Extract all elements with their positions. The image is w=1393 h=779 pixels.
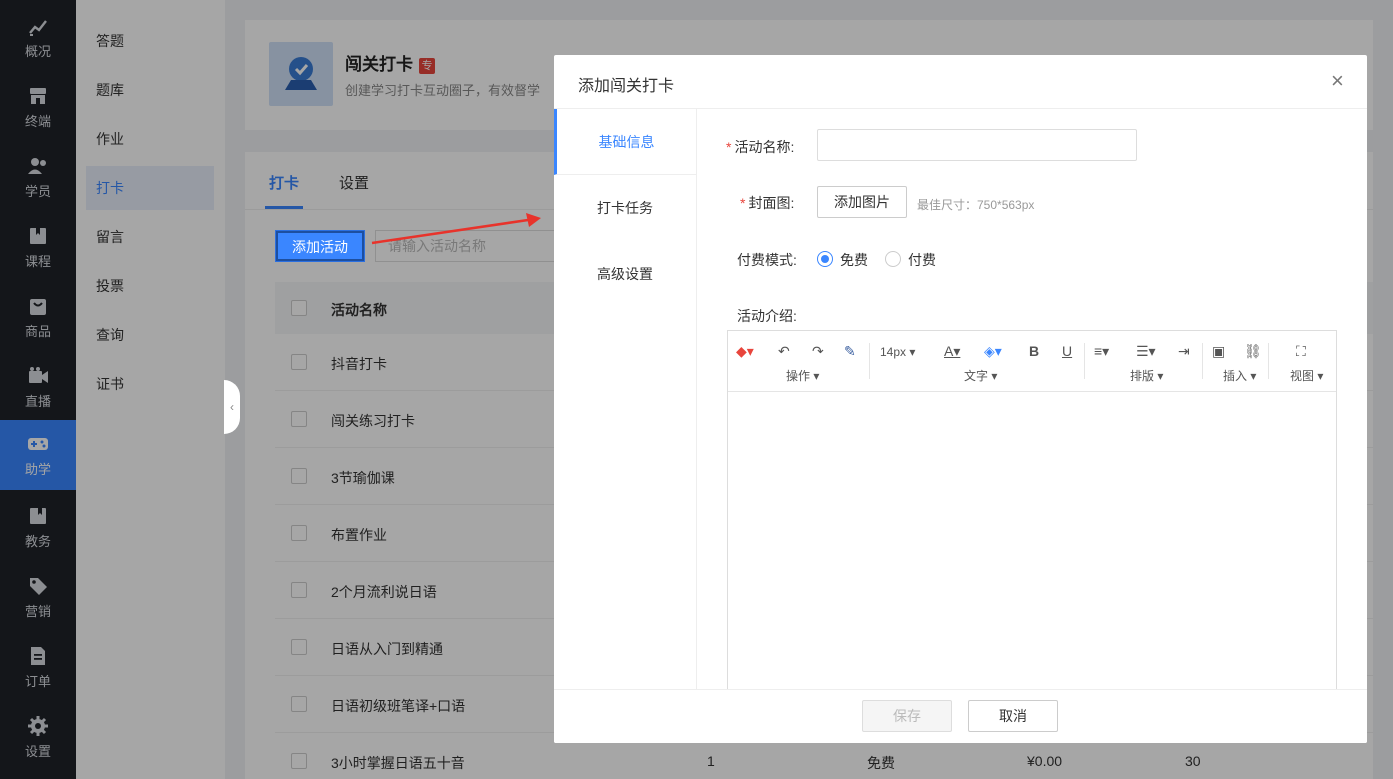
indent-icon[interactable]: ⇥	[1178, 343, 1190, 360]
toolbar-group-layout[interactable]: 排版 ▾	[1130, 367, 1163, 384]
format-brush-icon[interactable]: ✎	[844, 343, 856, 360]
link-icon[interactable]: ⛓	[1244, 343, 1262, 360]
editor-content-area[interactable]	[728, 392, 1336, 689]
toolbar-divider	[869, 343, 870, 379]
underline-icon[interactable]: U	[1062, 343, 1072, 359]
redo-icon[interactable]: ↷	[812, 343, 824, 360]
radio-free-label[interactable]: 免费	[840, 250, 868, 270]
side-tab-advanced-settings[interactable]: 高级设置	[554, 241, 696, 307]
radio-paid[interactable]	[885, 251, 901, 267]
toolbar-group-view[interactable]: 视图 ▾	[1290, 367, 1323, 384]
eraser-icon[interactable]: ◆▾	[736, 343, 754, 360]
toolbar-group-operation[interactable]: 操作 ▾	[786, 367, 819, 384]
dialog-footer: 保存 取消	[554, 689, 1367, 743]
toolbar-group-insert[interactable]: 插入 ▾	[1223, 367, 1256, 384]
dialog-title: 添加闯关打卡	[578, 78, 675, 95]
fullscreen-icon[interactable]: ⛶	[1296, 343, 1306, 360]
undo-icon[interactable]: ↶	[778, 343, 790, 360]
required-mark: *	[740, 195, 746, 211]
activity-name-input[interactable]	[817, 129, 1137, 161]
intro-label: 活动介绍:	[737, 308, 797, 324]
cover-size-hint: 最佳尺寸：750*563px	[917, 198, 1035, 212]
font-size-select[interactable]: 14px ▾	[880, 345, 915, 359]
align-icon[interactable]: ≡▾	[1094, 343, 1109, 360]
activity-name-label: * 活动名称:	[726, 139, 795, 155]
dialog-side-tabs: 基础信息 打卡任务 高级设置	[554, 109, 697, 689]
close-icon[interactable]: ×	[1331, 70, 1344, 92]
font-color-icon[interactable]: A▾	[944, 343, 960, 360]
radio-paid-label[interactable]: 付费	[908, 250, 936, 270]
radio-free[interactable]	[817, 251, 833, 267]
editor-toolbar: ◆▾ ↶ ↷ ✎ 操作 ▾ 14px ▾ A▾ ◈▾ B U 文字 ▾ ≡▾ ☰…	[728, 331, 1336, 392]
side-tab-basic-info[interactable]: 基础信息	[554, 109, 696, 175]
add-checkin-dialog: 添加闯关打卡 × 基础信息 打卡任务 高级设置 * 活动名称: * 封面图: 添加图…	[554, 55, 1367, 743]
toolbar-group-text[interactable]: 文字 ▾	[964, 367, 997, 384]
pay-mode-label: 付费模式:	[737, 252, 797, 268]
side-tab-checkin-tasks[interactable]: 打卡任务	[554, 175, 696, 241]
image-icon[interactable]: ▣	[1212, 343, 1225, 360]
background-color-icon[interactable]: ◈▾	[984, 343, 1002, 360]
dialog-header: 添加闯关打卡 ×	[554, 55, 1367, 109]
bold-icon[interactable]: B	[1029, 343, 1039, 359]
toolbar-divider	[1268, 343, 1269, 379]
toolbar-divider	[1202, 343, 1203, 379]
cover-image-label: * 封面图:	[740, 195, 795, 211]
save-button[interactable]: 保存	[862, 700, 952, 732]
add-image-button[interactable]: 添加图片	[817, 186, 907, 218]
required-mark: *	[726, 139, 732, 155]
cancel-button[interactable]: 取消	[968, 700, 1058, 732]
line-height-icon[interactable]: ☰▾	[1136, 343, 1156, 360]
toolbar-divider	[1084, 343, 1085, 379]
rich-text-editor: ◆▾ ↶ ↷ ✎ 操作 ▾ 14px ▾ A▾ ◈▾ B U 文字 ▾ ≡▾ ☰…	[727, 330, 1337, 690]
